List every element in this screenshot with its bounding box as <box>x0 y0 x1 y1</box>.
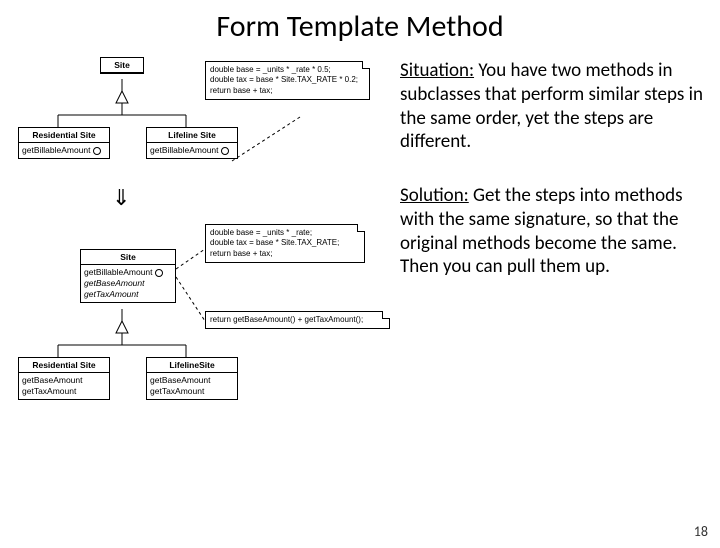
solution-paragraph: Solution: Get the steps into methods wit… <box>400 184 710 279</box>
note-line: return getBaseAmount() + getTaxAmount(); <box>210 315 385 325</box>
note-after-2: return getBaseAmount() + getTaxAmount(); <box>205 311 390 329</box>
note-line: double tax = base * Site.TAX_RATE * 0.2; <box>210 75 365 85</box>
method: getBaseAmount <box>84 278 172 289</box>
content-row: Site double base = _units * _rate * 0.5;… <box>0 49 720 519</box>
note-line: return base + tax; <box>210 249 360 259</box>
method: getBillableAmount <box>84 267 172 278</box>
uml-class-site-after: Site getBillableAmount getBaseAmount get… <box>80 249 176 303</box>
method: getBillableAmount <box>150 145 234 156</box>
method: getTaxAmount <box>84 289 172 300</box>
method: getBillableAmount <box>22 145 106 156</box>
text-column: Situation: You have two methods in subcl… <box>400 49 710 519</box>
solution-label: Solution: <box>400 184 469 207</box>
note-before: double base = _units * _rate * 0.5; doub… <box>205 61 370 100</box>
note-line: double base = _units * _rate; <box>210 228 360 238</box>
class-name: Lifeline Site <box>147 128 237 143</box>
class-name: Residential Site <box>19 128 109 143</box>
class-name: Site <box>101 58 143 73</box>
note-after-1: double base = _units * _rate; double tax… <box>205 224 365 263</box>
note-line: return base + tax; <box>210 86 365 96</box>
diagram-column: Site double base = _units * _rate * 0.5;… <box>0 49 400 519</box>
class-name: Residential Site <box>19 358 109 373</box>
class-name: LifelineSite <box>147 358 237 373</box>
method: getBaseAmount <box>22 375 106 386</box>
uml-class-lifeline-after: LifelineSite getBaseAmount getTaxAmount <box>146 357 238 400</box>
note-line: double tax = base * Site.TAX_RATE; <box>210 238 360 248</box>
uml-class-lifeline-before: Lifeline Site getBillableAmount <box>146 127 238 159</box>
class-name: Site <box>81 250 175 265</box>
uml-class-residential-before: Residential Site getBillableAmount <box>18 127 110 159</box>
transform-arrow-icon: ⇓ <box>112 184 130 211</box>
page-number: 18 <box>694 523 708 540</box>
page-title: Form Template Method <box>0 8 720 45</box>
diagram-lines <box>0 49 400 519</box>
method: getBaseAmount <box>150 375 234 386</box>
situation-label: Situation: <box>400 59 474 82</box>
note-line: double base = _units * _rate * 0.5; <box>210 65 365 75</box>
uml-class-residential-after: Residential Site getBaseAmount getTaxAmo… <box>18 357 110 400</box>
uml-class-site-before: Site <box>100 57 144 74</box>
method: getTaxAmount <box>150 386 234 397</box>
method: getTaxAmount <box>22 386 106 397</box>
situation-paragraph: Situation: You have two methods in subcl… <box>400 59 710 154</box>
